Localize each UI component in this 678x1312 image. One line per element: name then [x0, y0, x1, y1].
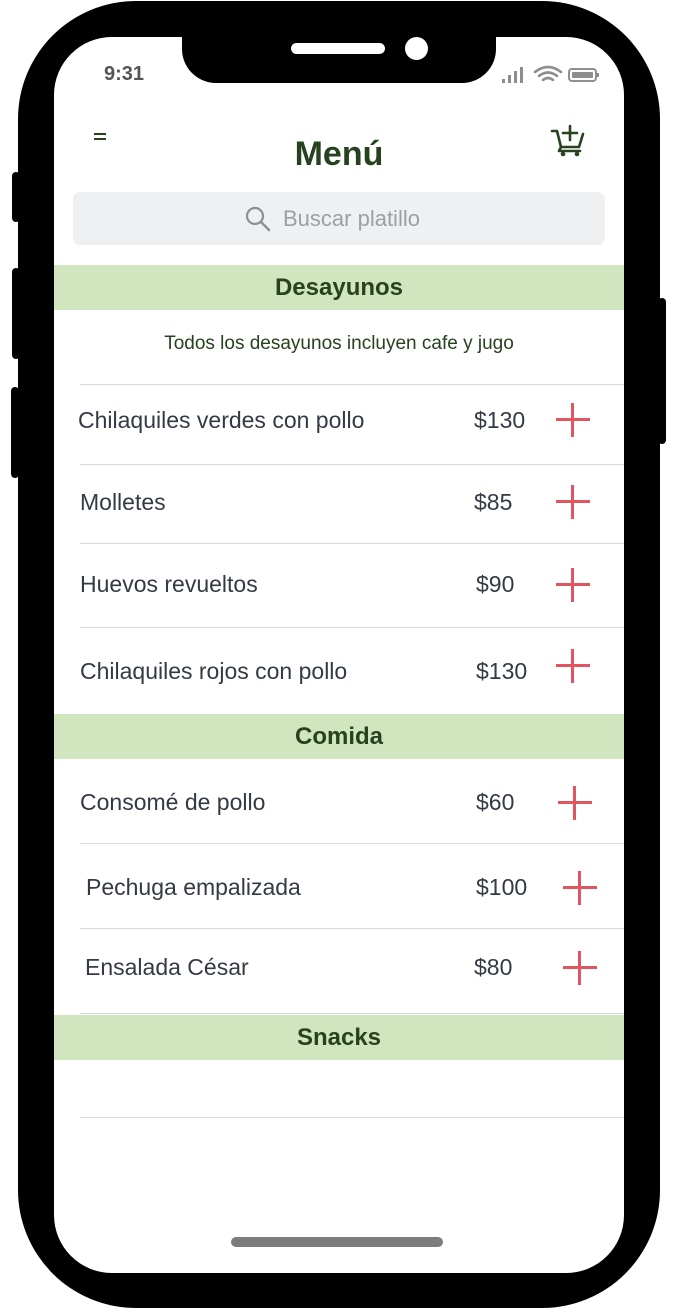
divider [80, 384, 624, 385]
divider [80, 1117, 624, 1118]
divider [80, 627, 624, 628]
add-to-cart-icon[interactable] [550, 121, 586, 157]
section-header-snacks: Snacks [54, 1015, 624, 1060]
menu-item-price: $85 [474, 489, 513, 515]
section-header-comida: Comida [54, 714, 624, 759]
volume-up-button [12, 268, 20, 359]
menu-item-price: $130 [476, 658, 528, 684]
menu-item-name: Consomé de pollo [80, 789, 266, 815]
menu-item-price: $90 [476, 571, 515, 597]
power-button [658, 298, 666, 444]
menu-item-name: Chilaquiles verdes con pollo [78, 407, 365, 433]
home-indicator [231, 1237, 443, 1247]
divider [80, 843, 624, 844]
add-item-button[interactable] [556, 403, 590, 437]
add-item-button[interactable] [556, 485, 590, 519]
menu-item-name: Molletes [80, 489, 166, 515]
volume-down-button [11, 387, 19, 478]
notch [182, 37, 496, 83]
speaker [291, 43, 385, 54]
menu-item-price: $80 [474, 954, 513, 980]
divider [80, 543, 624, 544]
add-item-button[interactable] [556, 568, 590, 602]
add-item-button[interactable] [558, 786, 592, 820]
menu-item-name: Chilaquiles rojos con pollo [80, 658, 348, 684]
section-note: Todos los desayunos incluyen cafe y jugo [164, 333, 514, 354]
divider [80, 1013, 624, 1014]
screen: 9:31 Menú Buscar platillo Desayunos Todo… [54, 37, 624, 1273]
signal-icon [502, 67, 523, 83]
search-bar[interactable] [73, 192, 605, 245]
wifi-icon [533, 65, 563, 82]
section-header-desayunos: Desayunos [54, 265, 624, 310]
add-item-button[interactable] [563, 871, 597, 905]
divider [80, 928, 624, 929]
menu-item-name: Pechuga empalizada [86, 874, 301, 900]
search-icon [245, 206, 271, 231]
page-title: Menú [294, 135, 384, 173]
menu-item-price: $60 [476, 789, 515, 815]
search-input[interactable] [283, 205, 433, 232]
menu-item-name: Ensalada César [85, 954, 249, 980]
menu-item-price: $130 [474, 407, 526, 433]
add-item-button[interactable] [556, 649, 590, 683]
divider [80, 464, 624, 465]
menu-item-price: $100 [476, 874, 528, 900]
status-time: 9:31 [104, 63, 145, 85]
menu-item-name: Huevos revueltos [80, 571, 258, 597]
silent-switch [12, 172, 20, 222]
front-camera [405, 37, 428, 60]
battery-icon [568, 68, 599, 82]
status-icons [502, 65, 599, 83]
add-item-button[interactable] [563, 951, 597, 985]
